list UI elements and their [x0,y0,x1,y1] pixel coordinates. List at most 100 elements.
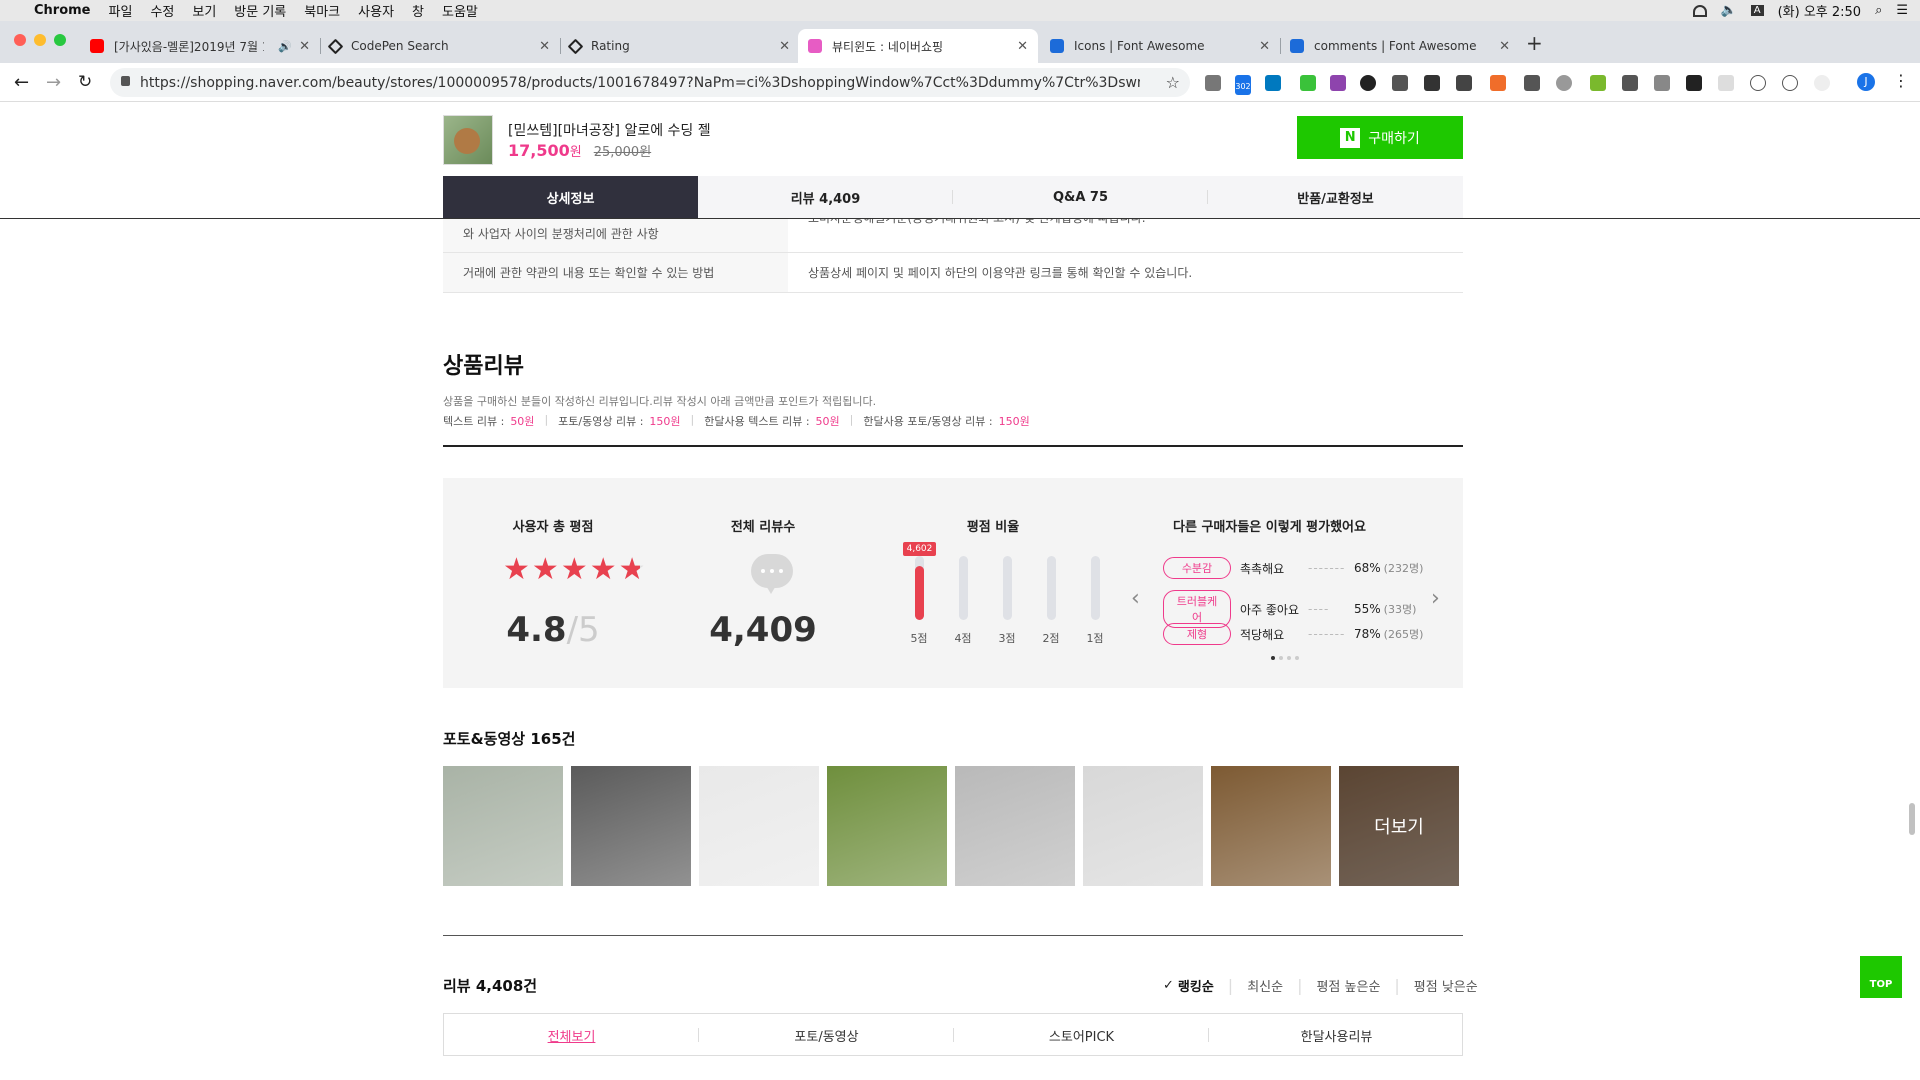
tab-close-icon[interactable]: ✕ [779,39,790,54]
ghost-extension-icon[interactable] [1814,75,1830,91]
photo-thumb-bottle-desk[interactable] [571,766,691,886]
review-tab-all[interactable]: 전체보기 [444,1014,699,1056]
tab-return-exchange[interactable]: 반품/교환정보 [1208,176,1463,218]
buy-button[interactable]: N 구매하기 [1297,116,1463,159]
photo-thumb-bottle-closeup[interactable] [443,766,563,886]
chevron-left-icon[interactable]: ‹ [1131,586,1140,611]
tab-detail-info[interactable]: 상세정보 [443,176,698,218]
review-tab-month-use[interactable]: 한달사용리뷰 [1209,1014,1464,1056]
window-close-button[interactable] [14,34,26,46]
photo-thumb-bottle-label[interactable]: 더보기 [1339,766,1459,886]
window-minimize-button[interactable] [34,34,46,46]
tab-reviews[interactable]: 리뷰 4,409 [698,176,953,218]
photo-thumb-bottle-wood[interactable] [1211,766,1331,886]
back-icon[interactable]: ← [14,72,29,93]
pin-extension-icon[interactable] [1456,75,1472,91]
web-page: [믿쓰템][마녀공장] 알로에 수딩 젤 17,500 원 25,000원 N … [0,103,1920,1080]
purple-extension-icon[interactable] [1330,75,1346,91]
product-thumbnail[interactable] [443,115,493,165]
more-photos-label[interactable]: 더보기 [1339,766,1459,886]
menu-item-help[interactable]: 도움말 [442,1,478,20]
rating-bar-label: 1점 [1086,632,1104,645]
tab-close-icon[interactable]: ✕ [1499,39,1510,54]
photo-thumb-ad-screenshot[interactable] [699,766,819,886]
menu-item-window[interactable]: 창 [412,1,424,20]
volume-icon[interactable]: 🔈 [1721,3,1737,18]
sort-latest[interactable]: 최신순 [1247,976,1283,995]
photo-thumb-products-table[interactable] [955,766,1075,886]
grid-extension-icon[interactable] [1718,75,1734,91]
wifi-icon[interactable] [1692,4,1707,17]
rating-bar-track [959,556,968,620]
menu-item-file[interactable]: 파일 [109,1,133,20]
pagination-dot[interactable] [1295,656,1299,660]
tab-close-icon[interactable]: ✕ [1259,39,1270,54]
browser-tab-codepen-search[interactable]: CodePen Search ✕ [320,29,561,63]
browser-tab-rating[interactable]: Rating ✕ [560,29,800,63]
attribute-row: 수분감 촉촉해요 ------- 68% (232명) [1163,557,1423,579]
forward-icon[interactable]: → [46,72,61,93]
photo-thumb-swatches[interactable] [1083,766,1203,886]
menu-item-people[interactable]: 사용자 [358,1,394,20]
window-zoom-button[interactable] [54,34,66,46]
scrollbar-thumb[interactable] [1909,803,1915,835]
pocket-extension-icon[interactable] [1654,75,1670,91]
sort-rating-low[interactable]: 평점 낮은순 [1414,976,1478,995]
tab-close-icon[interactable]: ✕ [299,39,310,54]
menu-app-name[interactable]: Chrome [34,3,91,18]
ladder-extension-icon[interactable] [1590,75,1606,91]
scroll-top-button[interactable]: TOP [1860,956,1902,998]
tab-close-icon[interactable]: ✕ [539,39,550,54]
menu-item-history[interactable]: 방문 기록 [234,1,286,20]
circle-extension-icon[interactable] [1360,75,1376,91]
globe-extension-icon[interactable] [1556,75,1572,91]
browser-tab-naver-beauty[interactable]: 뷰티윈도 : 네이버쇼핑 ✕ [798,29,1038,63]
tab-close-icon[interactable]: ✕ [1017,39,1028,54]
trello-extension-icon[interactable] [1265,75,1281,91]
screen-extension-icon[interactable] [1524,75,1540,91]
review-tab-photo-video[interactable]: 포토/동영상 [699,1014,954,1056]
badge-extension-icon[interactable]: 302 [1235,75,1251,95]
sort-rating-high[interactable]: 평점 높은순 [1316,976,1380,995]
bookmark-star-icon[interactable]: ☆ [1166,73,1180,92]
tab-qna[interactable]: Q&A 75 [953,176,1208,218]
notion-extension-icon[interactable] [1686,75,1702,91]
orange-extension-icon[interactable] [1490,75,1506,91]
i-extension-icon[interactable] [1750,75,1766,91]
reload-icon[interactable]: ↻ [78,72,92,92]
pagination-dot[interactable] [1279,656,1283,660]
a-extension-icon[interactable] [1782,75,1798,91]
profile-avatar[interactable]: J [1857,73,1875,91]
menu-item-view[interactable]: 보기 [192,1,216,20]
info-row-value: 상품상세 페이지 및 페이지 하단의 이용약관 링크를 통해 확인할 수 있습니… [808,253,1192,292]
chevron-right-icon[interactable]: › [1431,586,1440,611]
review-tab-store-pick[interactable]: 스토어PICK [954,1014,1209,1056]
browser-tab-youtube[interactable]: [가사있음-멜론]2019년 7월 1... 🔊 ✕ [80,29,321,63]
camera-extension-icon[interactable] [1205,75,1221,91]
clock[interactable]: (화) 오후 2:50 [1778,1,1861,20]
new-tab-button[interactable]: + [1526,31,1543,55]
info-extension-icon[interactable] [1392,75,1408,91]
rating-bar-badge: 4,602 [903,542,936,556]
sort-ranking[interactable]: 랭킹순 [1178,976,1214,995]
chrome-menu-icon[interactable]: ⋮ [1893,71,1909,90]
address-bar[interactable]: https://shopping.naver.com/beauty/stores… [110,68,1190,97]
s-extension-icon[interactable] [1622,75,1638,91]
info-row-header-text: 와 사업자 사이의 분쟁처리에 관한 사항 [463,227,659,241]
browser-tab-fa-icons[interactable]: Icons | Font Awesome ✕ [1040,29,1281,63]
input-source-icon[interactable]: A [1750,5,1764,16]
spotlight-icon[interactable]: ⌕ [1875,3,1882,18]
lock-icon[interactable] [121,76,130,86]
browser-tab-fa-comments[interactable]: comments | Font Awesome ✕ [1280,29,1520,63]
notification-center-icon[interactable]: ☰ [1896,3,1908,18]
green-extension-icon[interactable] [1300,75,1316,91]
star-extension-icon[interactable] [1424,75,1440,91]
audio-icon[interactable]: 🔊 [278,40,292,53]
photo-thumb-dog-grass[interactable] [827,766,947,886]
menu-item-edit[interactable]: 수정 [150,1,174,20]
tab-title: comments | Font Awesome [1314,39,1477,53]
pagination-dot[interactable] [1287,656,1291,660]
tab-label: 상세정보 [546,191,595,207]
menu-item-bookmarks[interactable]: 북마크 [304,1,340,20]
pagination-dot[interactable] [1271,656,1275,660]
